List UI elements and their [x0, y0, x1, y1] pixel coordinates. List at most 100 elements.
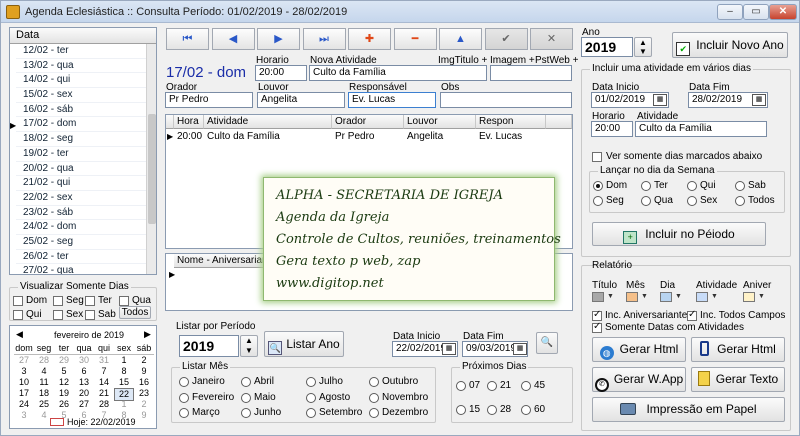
table-cell[interactable]: Ev. Lucas	[476, 130, 546, 143]
lancar-radio-sab[interactable]	[735, 181, 745, 191]
visualizar-checkbox-sex[interactable]	[53, 310, 63, 320]
minimize-button[interactable]: –	[717, 4, 743, 20]
cal-day[interactable]: 29	[54, 355, 74, 366]
horario-input[interactable]: 20:00	[255, 65, 307, 81]
table-cell[interactable]: Pr Pedro	[332, 130, 404, 143]
calendar-icon[interactable]: ▦	[653, 94, 667, 106]
mes-radio-dezembro[interactable]	[369, 408, 379, 418]
todos-button[interactable]: Todos	[119, 306, 151, 319]
visualizar-checkbox-sab[interactable]	[85, 310, 95, 320]
mes-radio-maio[interactable]	[241, 393, 251, 403]
lancar-radio-seg[interactable]	[593, 196, 603, 206]
cal-day[interactable]: 15	[114, 377, 134, 388]
inc-aniversariantes-checkbox[interactable]	[592, 309, 602, 321]
imgtitulo-label[interactable]: ImgTitulo +	[438, 55, 487, 66]
chevron-down-icon[interactable]: ▼	[758, 293, 765, 300]
cancel-button[interactable]: ✕	[530, 28, 573, 50]
orador-input[interactable]: Pr Pedro	[165, 92, 253, 108]
visualizar-checkbox-qua[interactable]	[119, 296, 129, 306]
search-periodo-button[interactable]: 🔍	[536, 332, 558, 354]
listar-year-spinner[interactable]: ▲ ▼	[240, 335, 258, 357]
gerar-html-mobile-button[interactable]: Gerar Html	[691, 337, 785, 362]
cal-day[interactable]: 26	[54, 399, 74, 410]
col-header-louvor[interactable]: Louvor	[404, 115, 476, 129]
cal-day[interactable]: 12	[54, 377, 74, 388]
visualizar-checkbox-seg[interactable]	[53, 296, 63, 306]
cal-day[interactable]: 11	[34, 377, 54, 388]
cal-day[interactable]: 20	[74, 388, 94, 399]
date-list-item[interactable]: 14/02 - qui	[16, 73, 156, 89]
mes-radio-julho[interactable]	[306, 377, 316, 387]
proximos-radio-28[interactable]	[487, 405, 497, 415]
imagem-input[interactable]	[490, 65, 572, 81]
somente-datas-checkbox[interactable]	[592, 321, 602, 333]
calendar-icon[interactable]: ▦	[513, 343, 527, 355]
cal-day[interactable]: 9	[134, 410, 154, 421]
cal-day[interactable]: 28	[94, 399, 114, 410]
date-list-item[interactable]: 18/02 - seg	[16, 132, 156, 147]
title-bar[interactable]: Agenda Eclesiástica :: Consulta Período:…	[1, 1, 799, 23]
add-record-button[interactable]: ✚	[348, 28, 391, 50]
ano-spinner[interactable]: ▲ ▼	[634, 37, 652, 57]
scroll-thumb[interactable]	[148, 114, 156, 224]
visualizar-checkbox-ter[interactable]	[85, 296, 95, 306]
cal-day[interactable]: 18	[34, 388, 54, 399]
responsavel-input[interactable]: Ev. Lucas	[348, 92, 436, 108]
lancar-radio-sex[interactable]	[687, 196, 697, 206]
mes-radio-outubro[interactable]	[369, 377, 379, 387]
mes-radio-setembro[interactable]	[306, 408, 316, 418]
cal-day[interactable]: 5	[54, 410, 74, 421]
listar-year-input[interactable]: 2019	[179, 335, 239, 357]
date-list-scrollbar[interactable]	[146, 44, 156, 274]
col-header-respon[interactable]: Respon	[476, 115, 546, 129]
gerar-texto-button[interactable]: Gerar Texto	[691, 367, 785, 392]
date-list-item[interactable]: 15/02 - sex	[16, 88, 156, 103]
cal-day[interactable]: 3	[14, 410, 34, 421]
table-cell[interactable]: 20:00	[174, 130, 204, 143]
mes-radio-março[interactable]	[179, 408, 189, 418]
visualizar-checkbox-qui[interactable]	[13, 310, 23, 320]
proximos-radio-15[interactable]	[456, 405, 466, 415]
relatorio-dia-color[interactable]	[660, 292, 672, 302]
close-button[interactable]: ✕	[769, 4, 797, 20]
lancar-radio-dom[interactable]	[593, 181, 603, 191]
col-header-orador[interactable]: Orador	[332, 115, 404, 129]
obs-input[interactable]	[440, 92, 572, 108]
up-record-button[interactable]: ▲	[439, 28, 482, 50]
chevron-down-icon[interactable]: ▼	[711, 293, 718, 300]
date-list-item[interactable]: 19/02 - ter	[16, 147, 156, 162]
relatorio-mes-color[interactable]	[626, 292, 638, 302]
cal-day[interactable]: 1	[114, 355, 134, 366]
date-list-item[interactable]: 26/02 - ter	[16, 250, 156, 265]
cal-day[interactable]: 23	[134, 388, 154, 399]
date-list-item[interactable]: 23/02 - sáb	[16, 206, 156, 221]
mes-radio-junho[interactable]	[241, 408, 251, 418]
lancar-radio-qui[interactable]	[687, 181, 697, 191]
cal-day[interactable]: 30	[74, 355, 94, 366]
table-cell[interactable]: Angelita	[404, 130, 476, 143]
cal-day[interactable]: 17	[14, 388, 34, 399]
col-header-hora[interactable]: Hora	[174, 115, 204, 129]
cal-day[interactable]: 8	[114, 410, 134, 421]
calendar-icon[interactable]: ▦	[752, 94, 766, 106]
ver-somente-checkbox[interactable]	[592, 152, 602, 162]
inc-todos-checkbox[interactable]	[687, 309, 697, 321]
date-list-item[interactable]: 20/02 - qua	[16, 162, 156, 177]
col-header-atividade[interactable]: Atividade	[204, 115, 332, 129]
date-list-item[interactable]: 12/02 - ter	[16, 44, 156, 59]
date-list-item[interactable]: 17/02 - dom	[16, 117, 156, 133]
cal-day[interactable]: 6	[74, 410, 94, 421]
next-record-button[interactable]: ▶	[257, 28, 300, 50]
lancar-radio-qua[interactable]	[641, 196, 651, 206]
confirm-button[interactable]: ✔	[484, 28, 528, 50]
cal-day[interactable]: 10	[14, 377, 34, 388]
delete-record-button[interactable]: ━	[393, 28, 437, 50]
cal-day[interactable]: 7	[94, 410, 114, 421]
last-record-button[interactable]: ⏭	[302, 28, 346, 50]
relatorio-aniver-color[interactable]	[743, 292, 755, 302]
proximos-radio-21[interactable]	[487, 381, 497, 391]
cal-day[interactable]: 5	[54, 366, 74, 377]
louvor-input[interactable]: Angelita	[257, 92, 345, 108]
maximize-button[interactable]: ▭	[743, 4, 769, 20]
varios-horario-input[interactable]: 20:00	[591, 121, 633, 137]
